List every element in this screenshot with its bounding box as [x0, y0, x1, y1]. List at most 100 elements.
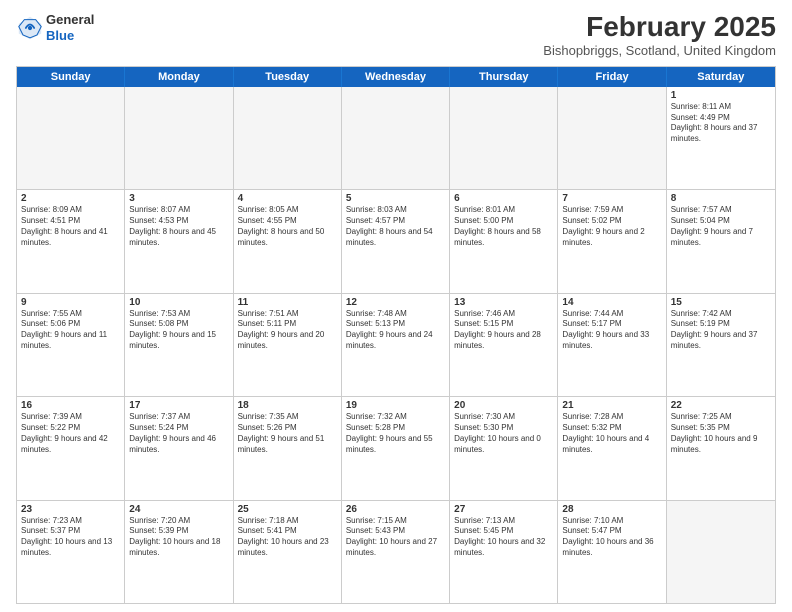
- calendar-cell: 12Sunrise: 7:48 AM Sunset: 5:13 PM Dayli…: [342, 294, 450, 396]
- cell-info: Sunrise: 8:11 AM Sunset: 4:49 PM Dayligh…: [671, 102, 771, 145]
- calendar-cell: 26Sunrise: 7:15 AM Sunset: 5:43 PM Dayli…: [342, 501, 450, 603]
- header-sunday: Sunday: [17, 67, 125, 87]
- day-number: 16: [21, 400, 120, 411]
- calendar-cell: 25Sunrise: 7:18 AM Sunset: 5:41 PM Dayli…: [234, 501, 342, 603]
- calendar-cell: 18Sunrise: 7:35 AM Sunset: 5:26 PM Dayli…: [234, 397, 342, 499]
- calendar-header: Sunday Monday Tuesday Wednesday Thursday…: [17, 67, 775, 87]
- header-thursday: Thursday: [450, 67, 558, 87]
- calendar-cell: 21Sunrise: 7:28 AM Sunset: 5:32 PM Dayli…: [558, 397, 666, 499]
- calendar-cell: 23Sunrise: 7:23 AM Sunset: 5:37 PM Dayli…: [17, 501, 125, 603]
- day-number: 23: [21, 504, 120, 515]
- cell-info: Sunrise: 7:44 AM Sunset: 5:17 PM Dayligh…: [562, 309, 661, 352]
- day-number: 5: [346, 193, 445, 204]
- month-year: February 2025: [543, 12, 776, 43]
- day-number: 10: [129, 297, 228, 308]
- header-friday: Friday: [558, 67, 666, 87]
- calendar-cell: [558, 87, 666, 189]
- calendar: Sunday Monday Tuesday Wednesday Thursday…: [16, 66, 776, 604]
- calendar-cell: 24Sunrise: 7:20 AM Sunset: 5:39 PM Dayli…: [125, 501, 233, 603]
- day-number: 8: [671, 193, 771, 204]
- cell-info: Sunrise: 7:53 AM Sunset: 5:08 PM Dayligh…: [129, 309, 228, 352]
- calendar-cell: 1Sunrise: 8:11 AM Sunset: 4:49 PM Daylig…: [667, 87, 775, 189]
- cell-info: Sunrise: 7:25 AM Sunset: 5:35 PM Dayligh…: [671, 412, 771, 455]
- logo: General Blue: [16, 12, 94, 43]
- day-number: 27: [454, 504, 553, 515]
- cell-info: Sunrise: 8:05 AM Sunset: 4:55 PM Dayligh…: [238, 205, 337, 248]
- calendar-row: 2Sunrise: 8:09 AM Sunset: 4:51 PM Daylig…: [17, 190, 775, 293]
- cell-info: Sunrise: 7:37 AM Sunset: 5:24 PM Dayligh…: [129, 412, 228, 455]
- day-number: 3: [129, 193, 228, 204]
- day-number: 18: [238, 400, 337, 411]
- cell-info: Sunrise: 7:10 AM Sunset: 5:47 PM Dayligh…: [562, 516, 661, 559]
- header-monday: Monday: [125, 67, 233, 87]
- title-block: February 2025 Bishopbriggs, Scotland, Un…: [543, 12, 776, 58]
- calendar-row: 16Sunrise: 7:39 AM Sunset: 5:22 PM Dayli…: [17, 397, 775, 500]
- calendar-cell: 20Sunrise: 7:30 AM Sunset: 5:30 PM Dayli…: [450, 397, 558, 499]
- calendar-cell: 16Sunrise: 7:39 AM Sunset: 5:22 PM Dayli…: [17, 397, 125, 499]
- cell-info: Sunrise: 7:15 AM Sunset: 5:43 PM Dayligh…: [346, 516, 445, 559]
- cell-info: Sunrise: 7:59 AM Sunset: 5:02 PM Dayligh…: [562, 205, 661, 248]
- day-number: 21: [562, 400, 661, 411]
- cell-info: Sunrise: 7:13 AM Sunset: 5:45 PM Dayligh…: [454, 516, 553, 559]
- calendar-cell: 13Sunrise: 7:46 AM Sunset: 5:15 PM Dayli…: [450, 294, 558, 396]
- cell-info: Sunrise: 8:01 AM Sunset: 5:00 PM Dayligh…: [454, 205, 553, 248]
- day-number: 24: [129, 504, 228, 515]
- calendar-cell: 17Sunrise: 7:37 AM Sunset: 5:24 PM Dayli…: [125, 397, 233, 499]
- header-wednesday: Wednesday: [342, 67, 450, 87]
- logo-text: General Blue: [46, 12, 94, 43]
- calendar-cell: 4Sunrise: 8:05 AM Sunset: 4:55 PM Daylig…: [234, 190, 342, 292]
- calendar-cell: [342, 87, 450, 189]
- calendar-cell: 10Sunrise: 7:53 AM Sunset: 5:08 PM Dayli…: [125, 294, 233, 396]
- logo-blue: Blue: [46, 28, 74, 43]
- cell-info: Sunrise: 8:09 AM Sunset: 4:51 PM Dayligh…: [21, 205, 120, 248]
- cell-info: Sunrise: 7:57 AM Sunset: 5:04 PM Dayligh…: [671, 205, 771, 248]
- day-number: 11: [238, 297, 337, 308]
- calendar-row: 23Sunrise: 7:23 AM Sunset: 5:37 PM Dayli…: [17, 501, 775, 603]
- day-number: 9: [21, 297, 120, 308]
- calendar-cell: 5Sunrise: 8:03 AM Sunset: 4:57 PM Daylig…: [342, 190, 450, 292]
- calendar-body: 1Sunrise: 8:11 AM Sunset: 4:49 PM Daylig…: [17, 87, 775, 603]
- day-number: 19: [346, 400, 445, 411]
- day-number: 6: [454, 193, 553, 204]
- cell-info: Sunrise: 7:20 AM Sunset: 5:39 PM Dayligh…: [129, 516, 228, 559]
- day-number: 20: [454, 400, 553, 411]
- calendar-cell: 14Sunrise: 7:44 AM Sunset: 5:17 PM Dayli…: [558, 294, 666, 396]
- header: General Blue February 2025 Bishopbriggs,…: [16, 12, 776, 58]
- cell-info: Sunrise: 7:42 AM Sunset: 5:19 PM Dayligh…: [671, 309, 771, 352]
- day-number: 15: [671, 297, 771, 308]
- day-number: 14: [562, 297, 661, 308]
- logo-icon: [16, 14, 44, 42]
- header-saturday: Saturday: [667, 67, 775, 87]
- day-number: 25: [238, 504, 337, 515]
- calendar-cell: 19Sunrise: 7:32 AM Sunset: 5:28 PM Dayli…: [342, 397, 450, 499]
- cell-info: Sunrise: 8:03 AM Sunset: 4:57 PM Dayligh…: [346, 205, 445, 248]
- calendar-cell: 22Sunrise: 7:25 AM Sunset: 5:35 PM Dayli…: [667, 397, 775, 499]
- cell-info: Sunrise: 7:55 AM Sunset: 5:06 PM Dayligh…: [21, 309, 120, 352]
- calendar-row: 1Sunrise: 8:11 AM Sunset: 4:49 PM Daylig…: [17, 87, 775, 190]
- day-number: 7: [562, 193, 661, 204]
- calendar-cell: 27Sunrise: 7:13 AM Sunset: 5:45 PM Dayli…: [450, 501, 558, 603]
- cell-info: Sunrise: 8:07 AM Sunset: 4:53 PM Dayligh…: [129, 205, 228, 248]
- cell-info: Sunrise: 7:30 AM Sunset: 5:30 PM Dayligh…: [454, 412, 553, 455]
- calendar-cell: 2Sunrise: 8:09 AM Sunset: 4:51 PM Daylig…: [17, 190, 125, 292]
- calendar-row: 9Sunrise: 7:55 AM Sunset: 5:06 PM Daylig…: [17, 294, 775, 397]
- location: Bishopbriggs, Scotland, United Kingdom: [543, 43, 776, 58]
- calendar-cell: [17, 87, 125, 189]
- cell-info: Sunrise: 7:46 AM Sunset: 5:15 PM Dayligh…: [454, 309, 553, 352]
- cell-info: Sunrise: 7:51 AM Sunset: 5:11 PM Dayligh…: [238, 309, 337, 352]
- calendar-cell: 7Sunrise: 7:59 AM Sunset: 5:02 PM Daylig…: [558, 190, 666, 292]
- cell-info: Sunrise: 7:23 AM Sunset: 5:37 PM Dayligh…: [21, 516, 120, 559]
- calendar-cell: 15Sunrise: 7:42 AM Sunset: 5:19 PM Dayli…: [667, 294, 775, 396]
- calendar-cell: [450, 87, 558, 189]
- calendar-cell: 9Sunrise: 7:55 AM Sunset: 5:06 PM Daylig…: [17, 294, 125, 396]
- cell-info: Sunrise: 7:48 AM Sunset: 5:13 PM Dayligh…: [346, 309, 445, 352]
- cell-info: Sunrise: 7:32 AM Sunset: 5:28 PM Dayligh…: [346, 412, 445, 455]
- cell-info: Sunrise: 7:39 AM Sunset: 5:22 PM Dayligh…: [21, 412, 120, 455]
- day-number: 28: [562, 504, 661, 515]
- day-number: 4: [238, 193, 337, 204]
- calendar-cell: [125, 87, 233, 189]
- cell-info: Sunrise: 7:28 AM Sunset: 5:32 PM Dayligh…: [562, 412, 661, 455]
- header-tuesday: Tuesday: [234, 67, 342, 87]
- day-number: 13: [454, 297, 553, 308]
- calendar-cell: 3Sunrise: 8:07 AM Sunset: 4:53 PM Daylig…: [125, 190, 233, 292]
